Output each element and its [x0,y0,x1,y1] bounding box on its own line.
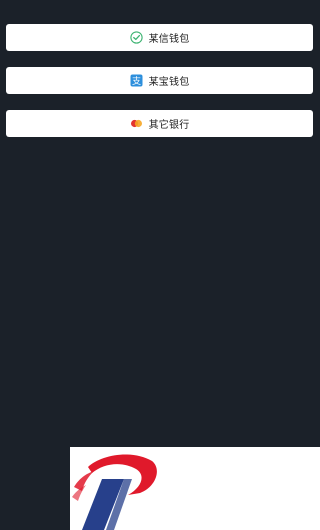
other-bank-button[interactable]: 其它银行 [6,110,313,137]
payment-option-list: 某信钱包 支 某宝钱包 其它银行 [6,24,313,153]
wechat-check-icon [129,31,143,44]
alipay-wallet-label: 某宝钱包 [148,77,190,88]
bank-card-icon [130,117,143,130]
payment-screen: 某信钱包 支 某宝钱包 其它银行 [0,0,320,530]
alipay-wallet-button[interactable]: 支 某宝钱包 [6,67,313,94]
wechat-wallet-button[interactable]: 某信钱包 [6,24,313,51]
svg-text:支: 支 [132,75,141,87]
other-bank-label: 其它银行 [148,120,190,131]
brand-logo [72,454,157,530]
alipay-icon: 支 [130,74,143,87]
wechat-wallet-label: 某信钱包 [148,34,190,45]
brand-logo-panel [70,447,320,530]
